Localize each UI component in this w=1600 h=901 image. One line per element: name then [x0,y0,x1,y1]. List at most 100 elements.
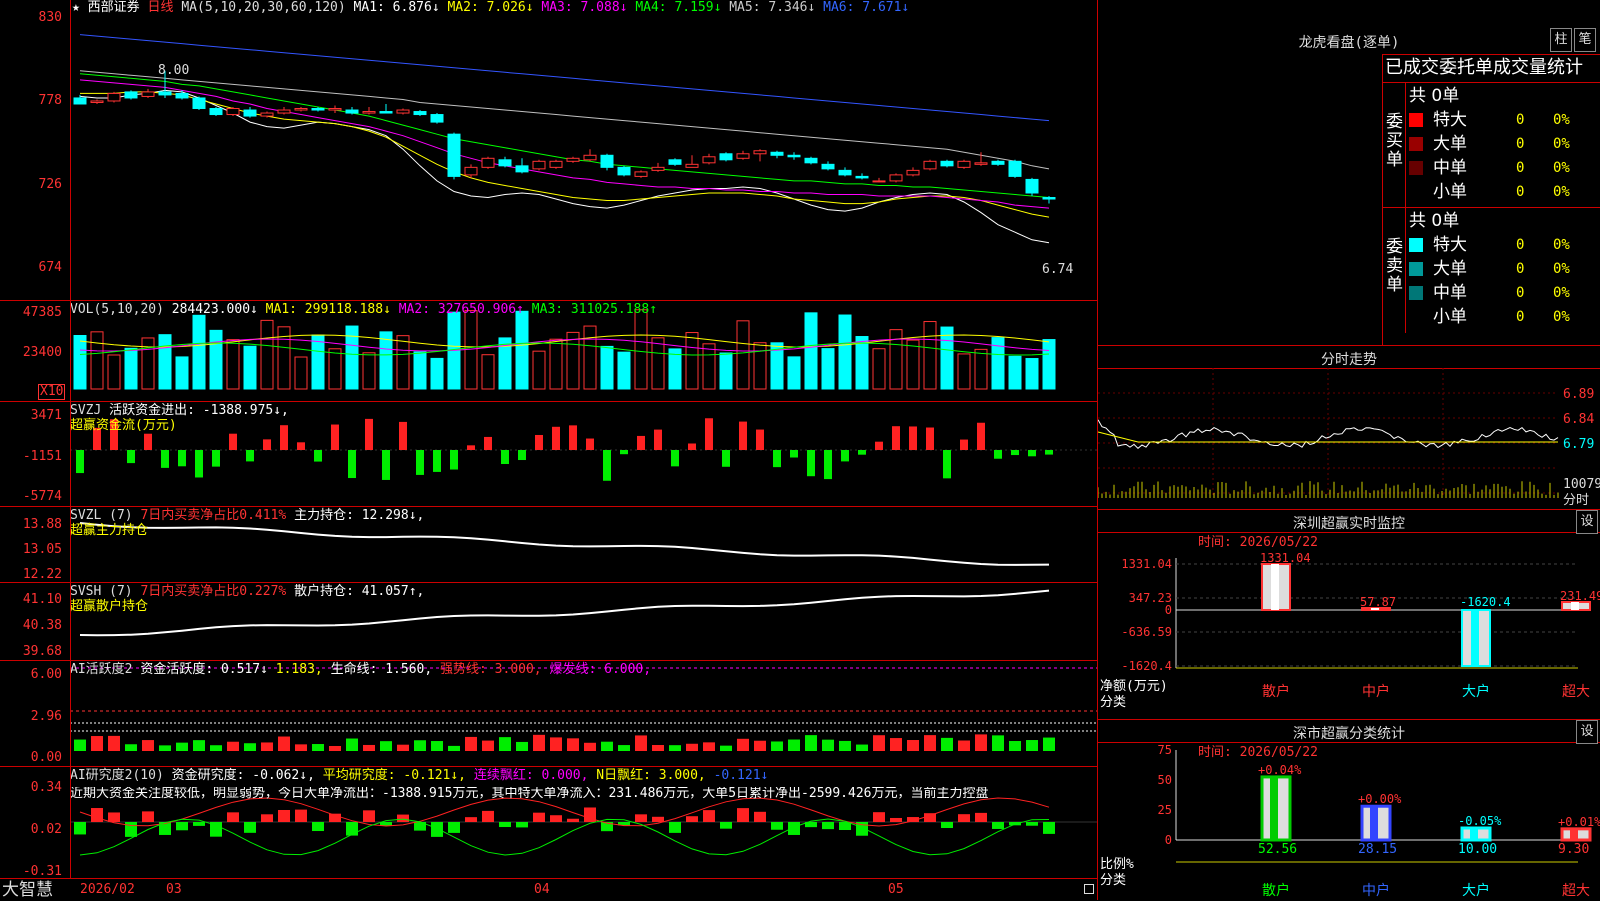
svzj-bar [807,450,815,477]
volume-bar [192,314,206,390]
buy-row-swatch [1409,161,1423,175]
svzj-bar [756,429,764,450]
ai1-t4: 强势线: 3.000, [440,662,542,677]
class-chart[interactable]: 75 50 25 0 +0.04% 52.56 散户 +0.00% 28.15 中户 -0.05% 1… [1098,742,1600,900]
research-bar [91,808,103,822]
svzl-tick: 12.22 [22,567,62,582]
activity-bar [737,738,749,751]
candle-body [515,165,529,173]
ai-research-chart[interactable] [0,767,1098,878]
ai2-t2: 平均研究度: -0.121↓, [322,768,467,783]
kline-pane[interactable]: ★ 西部证券 日线 MA(5,10,20,30,60,120) MA1: 6.8… [0,0,1098,301]
svsh-tick: 40.38 [22,618,62,633]
volume-pane[interactable]: VOL(5,10,20) 284423.000↓ MA1: 299118.188… [0,301,1098,402]
monitor-bar-label: 231.49 [1560,589,1600,603]
star-icon[interactable]: ★ [72,0,80,15]
class-category-label: 大户 [1462,882,1490,899]
class-bar-highlight [1270,776,1278,840]
class-change-label: +0.04% [1258,763,1302,777]
svsh-text2: 散户持仓: 41.057↑, [294,584,425,599]
svzl-pane[interactable]: SVZL (7) 7日内买卖净占比0.411% 主力持仓: 12.298↓, 超… [0,507,1098,583]
svzj-bar [280,425,288,450]
activity-bar [227,741,239,751]
volume-bar [158,334,172,390]
bar-toggle-button[interactable]: 柱 [1550,28,1572,52]
ai1-tick: 6.00 [30,667,62,682]
svzj-bar [416,450,424,475]
candle-body [685,163,699,168]
ai-activity-pane[interactable]: AI活跃度2 资金活跃度: 0.517↓ 1.183, 生命线: 1.560, … [0,661,1098,767]
kline-chart[interactable] [0,0,1098,300]
ma6-value: MA6: 7.671↓ [823,0,910,15]
monitor-settings-button[interactable]: 设 [1576,510,1598,534]
stats-title: 已成交委托单成交量统计 [1385,57,1583,78]
research-bar [108,812,120,822]
candle-body [90,100,104,103]
vol-label: VOL(5,10,20) [70,302,164,317]
monitor-panel[interactable]: 1331.04 347.23 0 -636.59 -1620.4 1331.04 散户 57.… [1098,532,1600,718]
intraday-chart[interactable] [1098,368,1600,508]
candle-body [1042,197,1056,200]
sell-row-swatch [1409,286,1423,300]
research-bar [380,822,392,826]
ma3-value: MA3: 7.088↓ [541,0,628,15]
ai2-tick: -0.31 [22,864,62,879]
buy-row-swatch [1409,113,1423,127]
svzj-bar [909,426,917,450]
buy-side-label: 委买单 [1386,112,1403,170]
candle-body [362,111,376,114]
intraday-panel[interactable]: 6.89 6.84 6.79 10079 分时 [1098,368,1600,508]
volume-bar [617,351,631,390]
buy-row-count: 0 [1516,184,1525,200]
research-bar [720,822,732,829]
svzj-bar [229,433,237,450]
volume-bar [175,356,189,390]
research-bar [465,817,477,822]
candle-body [226,108,240,116]
class-settings-button[interactable]: 设 [1576,720,1598,744]
candle-body [294,108,308,111]
monitor-header: 深圳超赢实时监控 设 [1098,509,1600,534]
ai2-label: AI研究度2(10) [70,768,164,783]
ai1-header: AI活跃度2 资金活跃度: 0.517↓ 1.183, 生命线: 1.560, … [70,663,651,677]
svzj-bar [1028,450,1036,457]
svzj-bar [892,426,900,450]
activity-bar [295,744,307,751]
candle-body [175,92,189,99]
candle-body [872,180,886,183]
candle-body [430,114,444,123]
svsh-header: SVSH (7) 7日内买卖净占比0.227% 散户持仓: 41.057↑, [70,585,424,599]
period-label[interactable]: 日线 [148,0,174,15]
svzl-tick: 13.05 [22,542,62,557]
vol-header: VOL(5,10,20) 284423.000↓ MA1: 299118.188… [70,303,657,317]
research-bar [652,816,664,822]
right-panel: 龙虎看盘(逐单) 柱 笔 已成交委托单成交量统计 委买单 共 0单 特大 0 0% 大… [1098,0,1600,900]
class-panel[interactable]: 75 50 25 0 +0.04% 52.56 散户 +0.00% 28.15 中户 -0.05% 1… [1098,742,1600,900]
sell-side-cell: 委卖单 [1383,208,1406,333]
sell-row-count: 0 [1516,237,1525,253]
ma-line-ma5 [79,70,1050,170]
research-bar [227,812,239,822]
research-bar [1043,822,1055,834]
vol-unit[interactable]: X10 [38,384,66,400]
svsh-pane[interactable]: SVSH (7) 7日内买卖净占比0.227% 散户持仓: 41.057↑, 超… [0,583,1098,661]
lock-icon[interactable] [1084,884,1094,894]
svzj-pane[interactable]: SVZJ 活跃资金进出: -1388.975↓, 超赢资金流(万元) 3471 … [0,402,1098,507]
candle-body [651,166,665,171]
candle-body [192,97,206,110]
pen-toggle-button[interactable]: 笔 [1574,28,1596,52]
sell-row-count: 0 [1516,309,1525,325]
activity-bar [91,736,103,751]
ai1-label: AI活跃度2 [70,662,133,677]
activity-bar [703,742,715,751]
activity-bar [414,740,426,751]
ai-research-pane[interactable]: AI研究度2(10) 资金研究度: -0.062↓, 平均研究度: -0.121… [0,767,1098,879]
svzj-title: 超赢资金流(万元) [70,418,177,433]
research-bar [941,822,953,829]
monitor-ylabel: 净额(万元) [1100,679,1168,694]
volume-bar [872,348,886,390]
svzj-bar [1011,450,1019,456]
monitor-chart[interactable]: 1331.04347.230-636.59-1620.41331.04散户57.… [1098,532,1600,718]
activity-bar [941,737,953,751]
price-tick: 830 [38,10,62,25]
